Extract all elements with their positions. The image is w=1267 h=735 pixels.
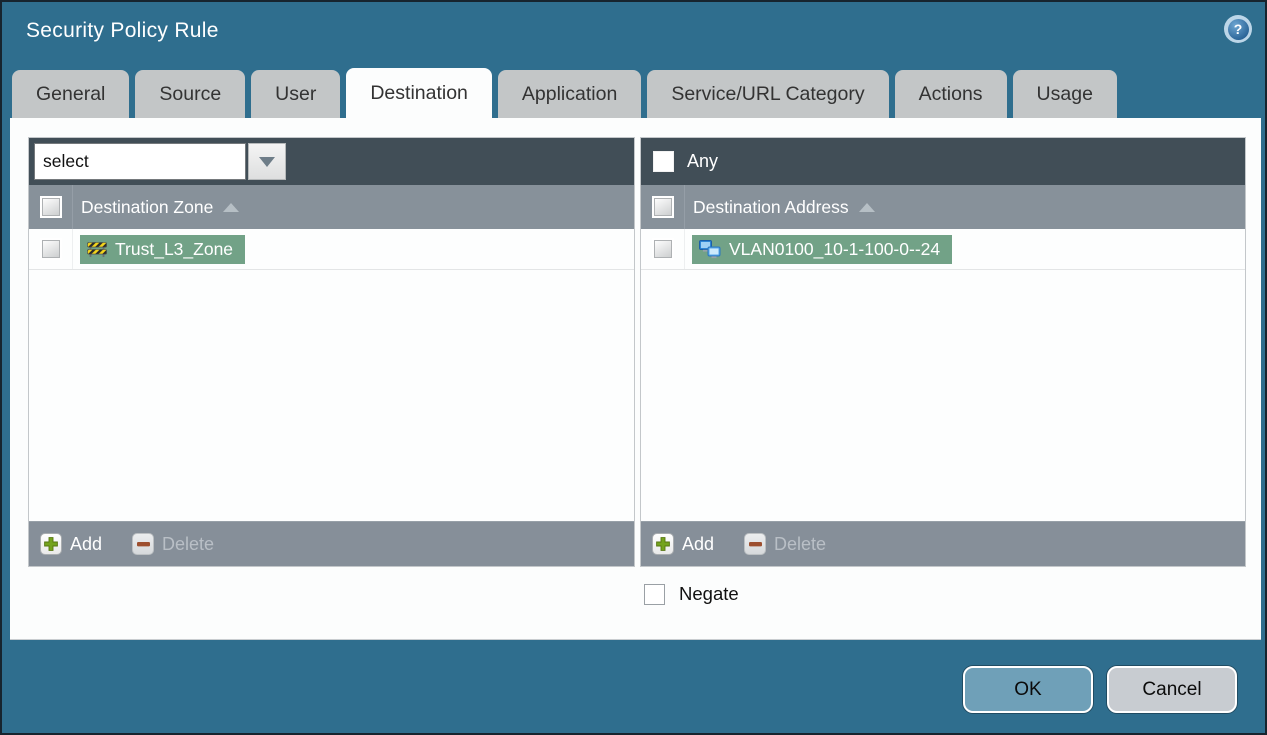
address-row-checkbox-cell xyxy=(641,229,685,269)
title-bar: Security Policy Rule ? xyxy=(2,2,1265,68)
cancel-button[interactable]: Cancel xyxy=(1107,666,1237,713)
tab-user[interactable]: User xyxy=(251,70,341,118)
zone-column-header-label[interactable]: Destination Zone xyxy=(81,197,213,218)
tab-actions[interactable]: Actions xyxy=(894,70,1007,118)
help-icon[interactable]: ? xyxy=(1224,15,1252,43)
tab-application[interactable]: Application xyxy=(497,70,642,118)
question-mark-glyph: ? xyxy=(1227,18,1249,40)
sort-ascending-icon xyxy=(858,202,875,212)
zone-panel-toolbar xyxy=(29,138,634,185)
zone-add-label: Add xyxy=(70,533,103,554)
negate-checkbox[interactable] xyxy=(644,583,665,605)
destination-tab-content: Destination Zone xyxy=(10,118,1261,640)
zone-item-trust-l3-zone[interactable]: Trust_L3_Zone xyxy=(80,234,246,264)
tab-strip: General Source User Destination Applicat… xyxy=(12,68,1255,118)
tab-general[interactable]: General xyxy=(12,70,130,118)
plus-icon xyxy=(652,533,674,555)
any-label: Any xyxy=(687,151,719,171)
zone-item-label: Trust_L3_Zone xyxy=(115,238,234,259)
zone-row-checkbox[interactable] xyxy=(41,240,60,258)
tab-source[interactable]: Source xyxy=(135,70,246,118)
tab-destination[interactable]: Destination xyxy=(346,68,492,118)
dialog-title: Security Policy Rule xyxy=(26,19,219,42)
minus-icon xyxy=(744,533,767,555)
address-row-checkbox[interactable] xyxy=(653,240,672,258)
zone-filter-dropdown-button[interactable] xyxy=(248,143,286,180)
sort-ascending-icon xyxy=(223,202,240,212)
zone-table-row: Trust_L3_Zone xyxy=(29,229,634,270)
plus-icon xyxy=(40,533,62,555)
zone-select-all-checkbox[interactable] xyxy=(41,198,60,216)
address-column-header-label[interactable]: Destination Address xyxy=(693,197,849,218)
address-add-label: Add xyxy=(682,533,715,554)
chevron-down-icon xyxy=(259,156,275,167)
zone-filter-input[interactable] xyxy=(34,143,246,180)
dialog-button-bar: OK Cancel xyxy=(2,640,1265,733)
negate-option: Negate xyxy=(644,583,739,605)
address-panel-toolbar: Any xyxy=(641,138,1245,185)
zone-list-body: Trust_L3_Zone xyxy=(29,229,634,521)
address-panel-footer: Add Delete xyxy=(641,521,1245,566)
address-column-header-row: Destination Address xyxy=(641,185,1245,229)
address-table-row: VLAN0100_10-1-100-0--24 xyxy=(641,229,1245,270)
zone-row-checkbox-cell xyxy=(29,229,73,269)
any-checkbox[interactable] xyxy=(653,151,674,172)
minus-icon xyxy=(132,533,155,555)
zone-delete-label: Delete xyxy=(162,533,215,554)
zone-column-header-row: Destination Zone xyxy=(29,185,634,229)
destination-address-panel: Any Destination Address VLAN0100_10-1-10… xyxy=(640,137,1246,567)
ok-button[interactable]: OK xyxy=(963,666,1093,713)
zone-header-checkbox-cell xyxy=(29,185,73,229)
address-delete-button[interactable]: Delete xyxy=(744,533,826,555)
tab-service-url-category[interactable]: Service/URL Category xyxy=(647,70,889,118)
security-policy-rule-dialog: Security Policy Rule ? General Source Us… xyxy=(0,0,1267,735)
address-list-body: VLAN0100_10-1-100-0--24 xyxy=(641,229,1245,521)
address-network-icon xyxy=(699,239,721,258)
address-item-label: VLAN0100_10-1-100-0--24 xyxy=(729,238,941,259)
address-select-all-checkbox[interactable] xyxy=(653,198,672,216)
tab-usage[interactable]: Usage xyxy=(1012,70,1117,118)
zone-panel-footer: Add Delete xyxy=(29,521,634,566)
address-item-vlan0100[interactable]: VLAN0100_10-1-100-0--24 xyxy=(692,234,953,264)
zone-filter-combo xyxy=(34,143,286,180)
zone-delete-button[interactable]: Delete xyxy=(132,533,214,555)
zone-add-button[interactable]: Add xyxy=(40,533,102,555)
destination-zone-panel: Destination Zone xyxy=(28,137,635,567)
address-header-checkbox-cell xyxy=(641,185,685,229)
address-add-button[interactable]: Add xyxy=(652,533,714,555)
zone-barrier-icon xyxy=(87,241,107,257)
negate-label: Negate xyxy=(679,583,739,604)
address-delete-label: Delete xyxy=(774,533,827,554)
